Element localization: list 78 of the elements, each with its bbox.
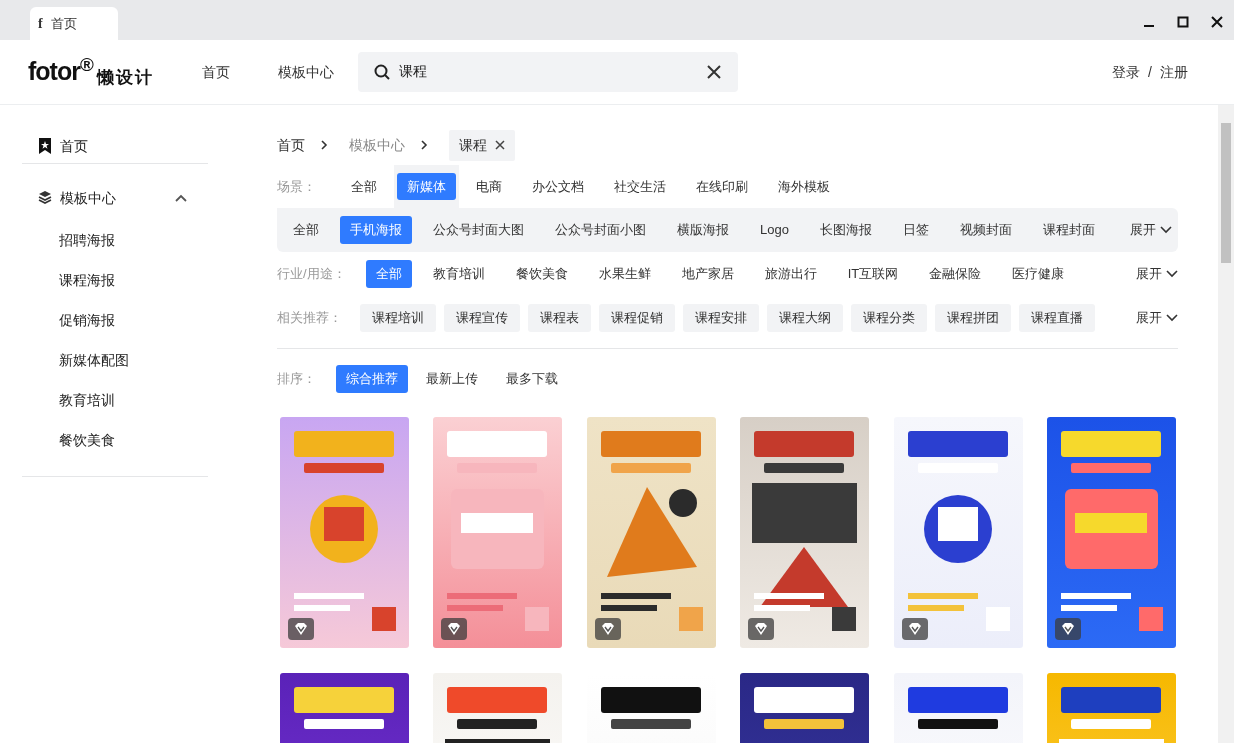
register-link[interactable]: 注册 bbox=[1160, 61, 1188, 83]
related-tag[interactable]: 课程大纲 bbox=[767, 304, 843, 332]
expand-button[interactable]: 展开 bbox=[1136, 308, 1178, 328]
chevron-right-icon bbox=[319, 140, 329, 150]
category-tab[interactable]: 视频封面 bbox=[949, 216, 1022, 244]
category-tab[interactable]: 公众号封面大图 bbox=[423, 216, 534, 244]
filter-option[interactable]: 医疗健康 bbox=[1002, 260, 1075, 288]
sidebar-item[interactable]: 促销海报 bbox=[59, 309, 115, 331]
maximize-icon[interactable] bbox=[1177, 15, 1189, 28]
filter-option[interactable]: 餐饮美食 bbox=[505, 260, 578, 288]
category-tab[interactable]: 长图海报 bbox=[809, 216, 882, 244]
filter-option[interactable]: 社交生活 bbox=[604, 172, 676, 201]
related-tag[interactable]: 课程培训 bbox=[360, 304, 436, 332]
related-tag[interactable]: 课程促销 bbox=[599, 304, 675, 332]
breadcrumb-link[interactable]: 模板中心 bbox=[349, 134, 405, 156]
related-tag[interactable]: 课程拼团 bbox=[935, 304, 1011, 332]
sidebar-item[interactable]: 新媒体配图 bbox=[59, 349, 129, 371]
related-tag[interactable]: 课程安排 bbox=[683, 304, 759, 332]
chevron-down-icon[interactable] bbox=[1166, 270, 1178, 278]
filter-option[interactable]: 旅游出行 bbox=[754, 260, 827, 288]
filter-option[interactable]: 办公文档 bbox=[522, 172, 594, 201]
logo[interactable]: fotor$^{®}$ 懒设计 bbox=[28, 53, 154, 91]
sidebar-item[interactable]: 餐饮美食 bbox=[59, 429, 115, 451]
category-tab[interactable]: Logo bbox=[750, 216, 799, 244]
expand-button[interactable]: 展开 bbox=[1136, 264, 1178, 284]
filter-option[interactable]: 在线印刷 bbox=[686, 172, 758, 201]
browser-tab[interactable]: f 首页 bbox=[30, 7, 118, 40]
related-tag[interactable]: 课程直播 bbox=[1019, 304, 1095, 332]
separator-text: / bbox=[1148, 62, 1152, 82]
category-tab[interactable]: 课程封面 bbox=[1032, 216, 1105, 244]
remove-tag-icon[interactable] bbox=[495, 140, 505, 150]
scrollbar[interactable] bbox=[1218, 105, 1234, 743]
filter-label: 行业/用途： bbox=[277, 265, 346, 284]
expand-button[interactable]: 展开 bbox=[1130, 220, 1172, 240]
bookmark-icon bbox=[38, 138, 52, 154]
filter-option[interactable]: 全部 bbox=[341, 172, 387, 201]
close-icon[interactable] bbox=[1211, 15, 1223, 28]
sidebar-item[interactable]: 首页 bbox=[60, 135, 88, 157]
clear-icon[interactable] bbox=[706, 65, 721, 79]
layers-icon bbox=[38, 190, 52, 206]
sort-option[interactable]: 最新上传 bbox=[416, 365, 488, 393]
nav-link[interactable]: 首页 bbox=[201, 61, 230, 83]
sidebar-item[interactable]: 模板中心 bbox=[60, 187, 116, 209]
category-tab[interactable]: 横版海报 bbox=[667, 216, 739, 244]
breadcrumb-link[interactable]: 首页 bbox=[277, 134, 305, 156]
nav-link[interactable]: 模板中心 bbox=[277, 61, 334, 83]
category-tab[interactable]: 手机海报 bbox=[340, 216, 412, 244]
chevron-icon[interactable] bbox=[174, 192, 188, 204]
filter-option[interactable]: 全部 bbox=[365, 260, 412, 288]
sidebar-item[interactable]: 教育培训 bbox=[59, 389, 115, 411]
filter-label: 排序： bbox=[277, 370, 316, 389]
filter-label: 场景： bbox=[277, 177, 316, 196]
search-field[interactable]: 课程 bbox=[357, 52, 738, 92]
chevron-down-icon[interactable] bbox=[1166, 314, 1178, 322]
sidebar-item[interactable]: 课程海报 bbox=[59, 269, 115, 291]
related-tag[interactable]: 课程表 bbox=[528, 304, 591, 332]
related-tag[interactable]: 课程分类 bbox=[851, 304, 927, 332]
category-tab[interactable]: 公众号封面小图 bbox=[545, 216, 656, 244]
filter-option[interactable]: 电商 bbox=[466, 172, 512, 201]
filter-option[interactable]: IT互联网 bbox=[837, 260, 909, 288]
filter-option[interactable]: 教育培训 bbox=[422, 260, 495, 288]
chevron-right-icon bbox=[419, 140, 429, 150]
sidebar-item[interactable]: 招聘海报 bbox=[59, 229, 115, 251]
related-tag[interactable]: 课程宣传 bbox=[444, 304, 520, 332]
chevron-down-icon[interactable] bbox=[1160, 226, 1172, 234]
filter-option[interactable]: 金融保险 bbox=[919, 260, 992, 288]
category-tab[interactable]: 全部 bbox=[283, 216, 329, 244]
filter-option[interactable]: 地产家居 bbox=[671, 260, 744, 288]
sort-option[interactable]: 最多下载 bbox=[496, 365, 568, 393]
search-tag[interactable]: 课程 bbox=[449, 129, 515, 161]
filter-option[interactable]: 新媒体 bbox=[397, 172, 456, 201]
filter-option[interactable]: 水果生鲜 bbox=[588, 260, 661, 288]
search-icon bbox=[373, 64, 390, 80]
sort-option[interactable]: 综合推荐 bbox=[336, 365, 408, 393]
login-link[interactable]: 登录 bbox=[1112, 61, 1141, 83]
filter-label: 相关推荐： bbox=[277, 309, 342, 328]
filter-option[interactable]: 海外模板 bbox=[768, 172, 840, 201]
category-tab[interactable]: 日签 bbox=[892, 216, 939, 244]
